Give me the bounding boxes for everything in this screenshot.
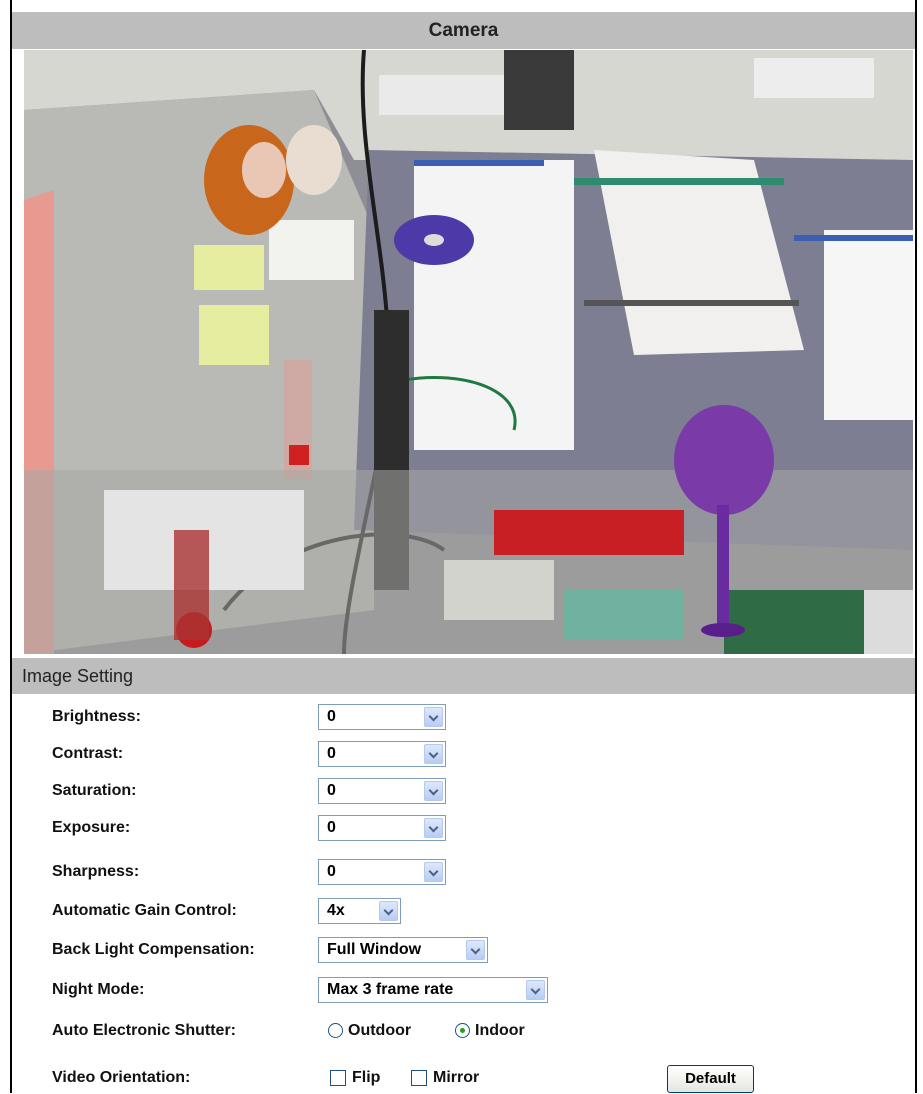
radio-indoor-label[interactable]: Indoor [475,1015,525,1047]
brightness-value: 0 [327,708,336,725]
saturation-label: Saturation: [52,782,137,799]
camera-live-view [24,50,913,654]
shutter-label: Auto Electronic Shutter: [52,1022,237,1039]
brightness-label: Brightness: [52,708,141,725]
blc-label: Back Light Compensation: [52,941,255,958]
saturation-select[interactable]: 0 [318,778,446,804]
chevron-down-icon[interactable] [424,862,443,882]
brightness-select[interactable]: 0 [318,704,446,730]
chevron-down-icon[interactable] [424,818,443,838]
exposure-select[interactable]: 0 [318,815,446,841]
orientation-label: Video Orientation: [52,1069,191,1086]
blc-row: Back Light Compensation: Full Window [52,934,912,966]
saturation-row: Saturation: 0 [52,775,912,807]
contrast-row: Contrast: 0 [52,738,912,770]
chevron-down-icon[interactable] [466,940,485,960]
default-button[interactable]: Default [667,1065,754,1093]
sharpness-row: Sharpness: 0 [52,856,912,888]
sharpness-value: 0 [327,863,336,880]
contrast-value: 0 [327,745,336,762]
radio-indoor[interactable] [455,1023,470,1038]
radio-outdoor[interactable] [328,1023,343,1038]
shutter-row: Auto Electronic Shutter: Outdoor Indoor [52,1015,912,1047]
contrast-label: Contrast: [52,745,124,762]
radio-outdoor-label[interactable]: Outdoor [348,1015,411,1047]
exposure-row: Exposure: 0 [52,812,912,844]
flip-checkbox[interactable] [330,1070,346,1086]
exposure-value: 0 [327,819,336,836]
page-title: Camera [12,12,915,49]
camera-frame-image [24,50,913,654]
chevron-down-icon[interactable] [424,707,443,727]
blc-select[interactable]: Full Window [318,937,488,963]
agc-row: Automatic Gain Control: 4x [52,895,912,927]
night-mode-row: Night Mode: Max 3 frame rate [52,974,912,1006]
saturation-value: 0 [327,782,336,799]
mirror-checkbox[interactable] [411,1070,427,1086]
sharpness-label: Sharpness: [52,863,140,880]
exposure-label: Exposure: [52,819,131,836]
mirror-label[interactable]: Mirror [433,1062,479,1094]
section-header-image-setting: Image Setting [12,658,915,694]
chevron-down-icon[interactable] [424,744,443,764]
contrast-select[interactable]: 0 [318,741,446,767]
agc-value: 4x [327,902,345,919]
night-mode-select[interactable]: Max 3 frame rate [318,977,548,1003]
chevron-down-icon[interactable] [526,980,545,1000]
orientation-row: Video Orientation: Flip Mirror [52,1062,912,1094]
agc-select[interactable]: 4x [318,898,401,924]
chevron-down-icon[interactable] [379,901,398,921]
sharpness-select[interactable]: 0 [318,859,446,885]
chevron-down-icon[interactable] [424,781,443,801]
blc-value: Full Window [327,941,422,958]
flip-label[interactable]: Flip [352,1062,380,1094]
night-mode-value: Max 3 frame rate [327,981,454,998]
brightness-row: Brightness: 0 [52,701,912,733]
night-mode-label: Night Mode: [52,981,145,998]
agc-label: Automatic Gain Control: [52,902,237,919]
